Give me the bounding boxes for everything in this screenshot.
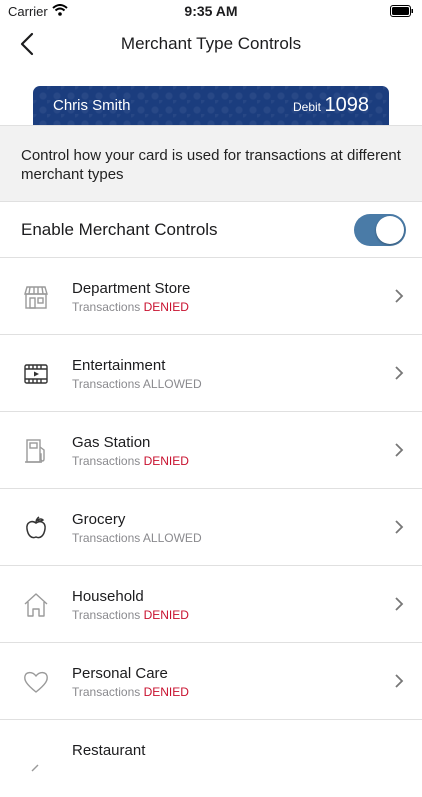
status-value: ALLOWED <box>142 531 202 545</box>
status-bar: Carrier 9:35 AM <box>0 0 422 24</box>
film-icon <box>24 364 48 384</box>
navigation-bar: Merchant Type Controls <box>0 24 422 64</box>
toggle-knob <box>376 216 404 244</box>
home-icon <box>24 593 48 617</box>
heart-icon <box>24 671 48 693</box>
battery-icon <box>390 5 413 17</box>
merchant-row-household[interactable]: Household Transactions DENIED <box>0 566 422 643</box>
status-value: DENIED <box>143 608 189 622</box>
merchant-name: Gas Station <box>72 434 151 451</box>
merchant-row-personal-care[interactable]: Personal Care Transactions DENIED <box>0 643 422 720</box>
status-value: ALLOWED <box>142 377 202 391</box>
chevron-right-icon <box>395 443 404 457</box>
status-value: DENIED <box>143 685 189 699</box>
enable-merchant-controls-row: Enable Merchant Controls <box>0 202 422 258</box>
store-icon <box>24 286 48 309</box>
chevron-right-icon <box>395 674 404 688</box>
status-value: DENIED <box>143 454 189 468</box>
merchant-status: Transactions ALLOWED <box>72 531 202 545</box>
merchant-row-department-store[interactable]: Department Store Transactions DENIED <box>0 258 422 335</box>
merchant-name: Personal Care <box>72 665 168 682</box>
card-type: Debit <box>292 100 321 114</box>
merchant-row-restaurant[interactable]: Restaurant <box>0 720 422 797</box>
fork-icon <box>31 764 39 772</box>
merchant-name: Entertainment <box>72 357 166 374</box>
merchant-row-grocery[interactable]: Grocery Transactions ALLOWED <box>0 489 422 566</box>
card-image: Chris Smith Debit 1098 <box>33 86 389 125</box>
cardholder-name: Chris Smith <box>53 97 131 114</box>
description-text: Control how your card is used for transa… <box>21 147 401 183</box>
gas-pump-icon <box>25 439 45 463</box>
chevron-right-icon <box>395 289 404 303</box>
merchant-name: Department Store <box>72 280 191 297</box>
merchant-status: Transactions ALLOWED <box>72 377 202 391</box>
merchant-list: Department Store Transactions DENIED Ent… <box>0 258 422 797</box>
status-time: 9:35 AM <box>184 3 238 19</box>
apple-icon <box>26 516 46 539</box>
card-last-four: 1098 <box>324 94 370 116</box>
page-title: Merchant Type Controls <box>120 34 302 53</box>
merchant-status: Transactions DENIED <box>72 300 189 314</box>
merchant-status: Transactions DENIED <box>72 608 189 622</box>
chevron-right-icon <box>395 520 404 534</box>
chevron-right-icon <box>395 597 404 611</box>
toggle-label: Enable Merchant Controls <box>21 220 218 239</box>
chevron-right-icon <box>395 366 404 380</box>
status-value: DENIED <box>143 300 189 314</box>
card-header: Chris Smith Debit 1098 <box>0 64 422 125</box>
merchant-controls-toggle[interactable] <box>354 214 406 246</box>
merchant-row-gas-station[interactable]: Gas Station Transactions DENIED <box>0 412 422 489</box>
merchant-row-entertainment[interactable]: Entertainment Transactions ALLOWED <box>0 335 422 412</box>
merchant-status: Transactions DENIED <box>72 454 189 468</box>
merchant-name: Household <box>72 588 144 605</box>
merchant-status: Transactions DENIED <box>72 685 189 699</box>
description-section: Control how your card is used for transa… <box>0 125 422 202</box>
merchant-name: Restaurant <box>72 742 146 759</box>
merchant-name: Grocery <box>72 511 126 528</box>
